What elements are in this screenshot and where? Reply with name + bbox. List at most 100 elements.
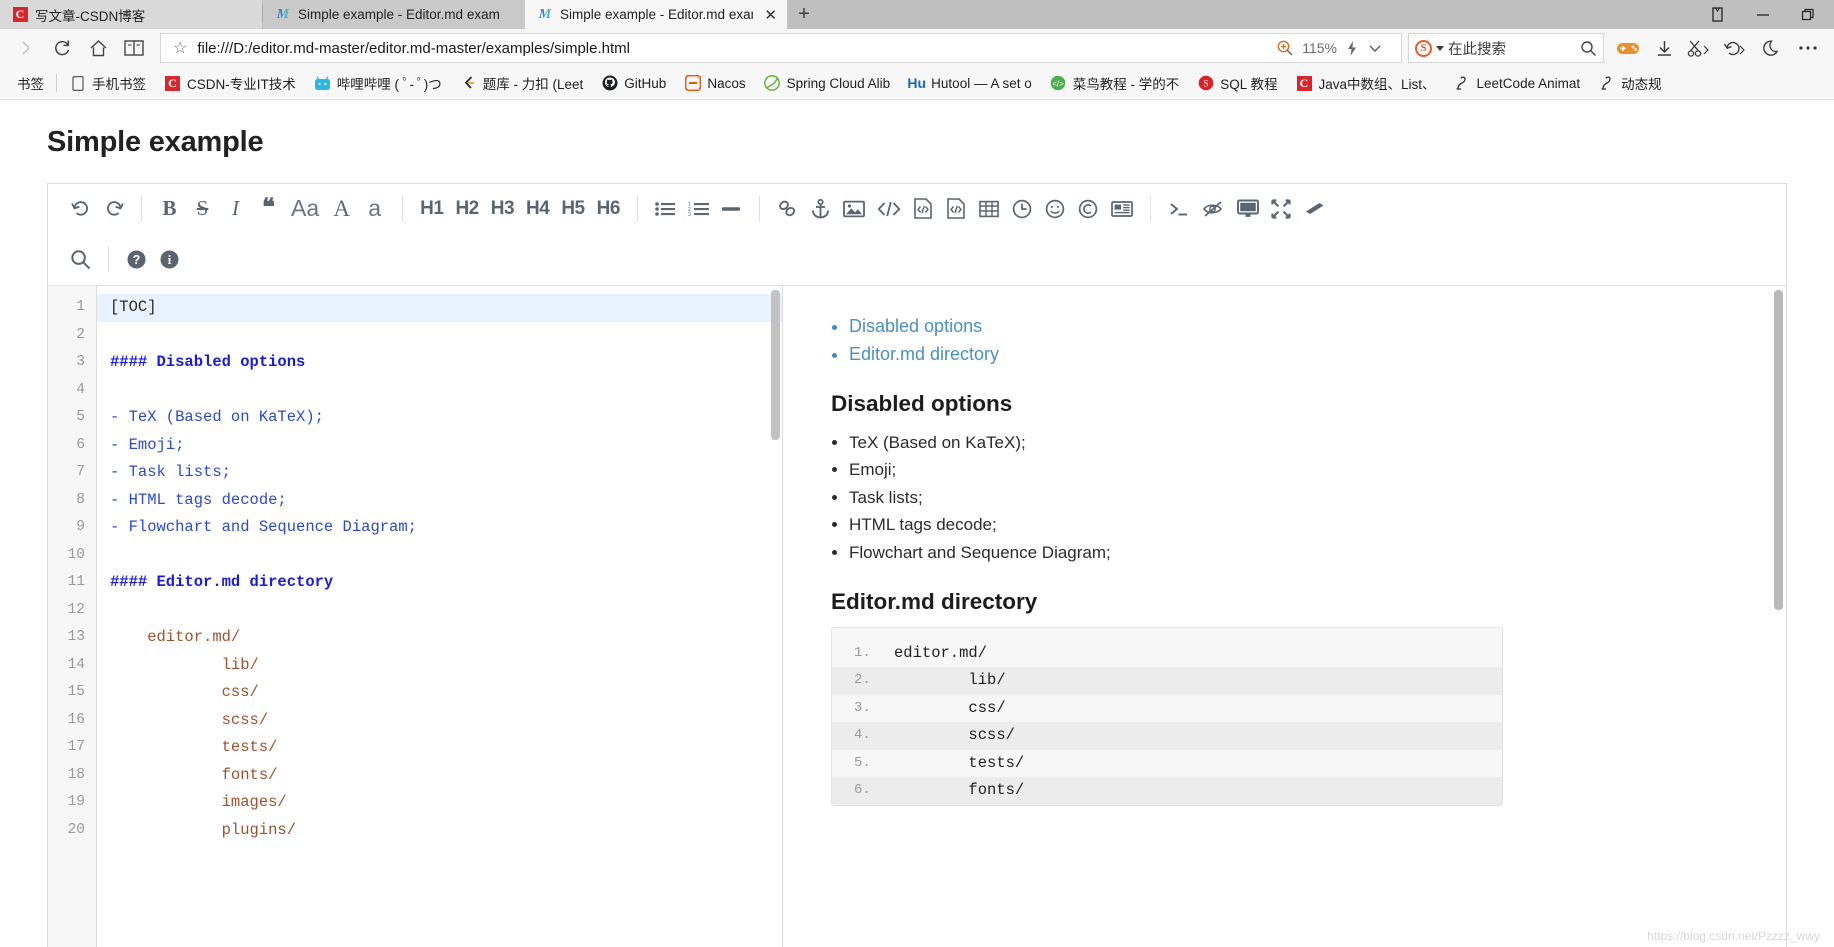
lowercase-button[interactable]: a: [358, 189, 391, 229]
bookmark-mobile[interactable]: 手机书签: [60, 70, 155, 96]
search-icon[interactable]: [64, 239, 97, 279]
code-icon[interactable]: [871, 189, 907, 229]
h3-button[interactable]: H3: [485, 189, 520, 229]
bookmark-github[interactable]: GitHub: [592, 70, 675, 96]
code-line[interactable]: - HTML tags decode;: [97, 487, 782, 515]
ordered-list-button[interactable]: 123: [682, 189, 715, 229]
toc-link[interactable]: Editor.md directory: [849, 344, 999, 364]
smiley-icon[interactable]: [1039, 189, 1072, 229]
code-line[interactable]: [97, 322, 782, 350]
favorite-star-icon[interactable]: ☆: [169, 38, 197, 58]
moon-icon[interactable]: [1754, 32, 1790, 64]
quote-button[interactable]: ❝: [252, 189, 285, 229]
code-area[interactable]: [TOC] #### Disabled options - TeX (Based…: [97, 286, 782, 947]
unordered-list-button[interactable]: [649, 189, 682, 229]
copyright-icon[interactable]: [1072, 189, 1105, 229]
download-icon[interactable]: [1646, 32, 1682, 64]
browser-tab-3-active[interactable]: M Simple example - Editor.md exan ✕: [525, 0, 787, 29]
code-line[interactable]: plugins/: [97, 817, 782, 845]
code-line[interactable]: scss/: [97, 707, 782, 735]
zoom-indicator[interactable]: 115%: [1266, 39, 1393, 57]
chevron-down-icon[interactable]: [1367, 40, 1383, 56]
bookmark-csdn[interactable]: C CSDN-专业IT技术: [155, 70, 305, 96]
strikethrough-button[interactable]: S: [186, 189, 219, 229]
code-line[interactable]: #### Disabled options: [97, 349, 782, 377]
code-line[interactable]: fonts/: [97, 762, 782, 790]
code-line[interactable]: #### Editor.md directory: [97, 569, 782, 597]
bookmark-leetcode-animation[interactable]: LeetCode Animat: [1445, 70, 1590, 96]
image-icon[interactable]: [837, 189, 871, 229]
code-line[interactable]: - Flowchart and Sequence Diagram;: [97, 514, 782, 542]
bookmark-java-array[interactable]: C Java中数组、List、: [1287, 70, 1445, 96]
table-icon[interactable]: [973, 189, 1006, 229]
info-circle-icon[interactable]: i: [153, 239, 186, 279]
h6-button[interactable]: H6: [591, 189, 626, 229]
toc-item[interactable]: Editor.md directory: [849, 340, 1726, 368]
bookmark-sql[interactable]: S SQL 教程: [1188, 70, 1286, 96]
toc-link[interactable]: Disabled options: [849, 316, 982, 336]
monitor-icon[interactable]: [1231, 189, 1265, 229]
terminal-icon[interactable]: [1162, 189, 1196, 229]
question-circle-icon[interactable]: ?: [120, 239, 153, 279]
more-icon[interactable]: [1790, 32, 1826, 64]
chevron-down-icon[interactable]: [1436, 45, 1444, 51]
close-icon[interactable]: ✕: [760, 6, 777, 24]
bookmark-spring-cloud[interactable]: Spring Cloud Alib: [755, 70, 900, 96]
pagebreak-icon[interactable]: [1105, 189, 1139, 229]
eye-slash-icon[interactable]: [1196, 189, 1231, 229]
link-icon[interactable]: [771, 189, 804, 229]
clock-icon[interactable]: [1006, 189, 1039, 229]
uppercase-button[interactable]: A: [325, 189, 358, 229]
browser-tab-2[interactable]: M Simple example - Editor.md exam: [263, 0, 525, 29]
zoom-in-icon[interactable]: [1276, 39, 1294, 57]
code-line[interactable]: [97, 377, 782, 405]
markdown-preview-pane[interactable]: Disabled options Editor.md directory Dis…: [783, 286, 1786, 947]
search-box[interactable]: S 在此搜索: [1408, 33, 1604, 63]
lightning-icon[interactable]: [1345, 40, 1359, 57]
anchor-icon[interactable]: [804, 189, 837, 229]
toc-item[interactable]: Disabled options: [849, 312, 1726, 340]
redo-button[interactable]: [97, 189, 130, 229]
h2-button[interactable]: H2: [449, 189, 484, 229]
bookmark-nacos[interactable]: Nacos: [675, 70, 754, 96]
bookmark-runoob[interactable]: </> 菜鸟教程 - 学的不: [1041, 70, 1189, 96]
code-line[interactable]: editor.md/: [97, 624, 782, 652]
code-line[interactable]: [97, 597, 782, 625]
code-line[interactable]: - TeX (Based on KaTeX);: [97, 404, 782, 432]
code-file-icon[interactable]: [907, 189, 940, 229]
maximize-button[interactable]: [1785, 0, 1830, 29]
forward-button[interactable]: [8, 32, 44, 64]
home-icon[interactable]: [80, 32, 116, 64]
game-icon[interactable]: [1610, 32, 1646, 64]
code-line[interactable]: css/: [97, 679, 782, 707]
code-line[interactable]: [97, 542, 782, 570]
h4-button[interactable]: H4: [520, 189, 555, 229]
code-line[interactable]: - Task lists;: [97, 459, 782, 487]
code-line[interactable]: lib/: [97, 652, 782, 680]
code-line[interactable]: tests/: [97, 734, 782, 762]
undo-icon[interactable]: [1718, 32, 1754, 64]
code-line[interactable]: [TOC]: [97, 294, 782, 322]
bookmark-hutool[interactable]: Hu Hutool — A set o: [899, 70, 1041, 96]
expand-icon[interactable]: [1265, 189, 1298, 229]
browser-tab-1[interactable]: C 写文章-CSDN博客: [0, 0, 262, 29]
markdown-editor-pane[interactable]: 1 2 3 4 5 6 7 8 9 10 11 12 13 14 15 16 1…: [48, 286, 783, 947]
eraser-icon[interactable]: [1298, 189, 1332, 229]
horizontal-rule-button[interactable]: [715, 189, 748, 229]
code-line[interactable]: - Emoji;: [97, 432, 782, 460]
sogou-logo-icon[interactable]: S: [1415, 39, 1432, 57]
bookmark-bilibili[interactable]: 哔哩哔哩 ( ﾟ- ﾟ)つ: [305, 70, 451, 96]
h5-button[interactable]: H5: [555, 189, 590, 229]
bookmark-leetcode[interactable]: 题库 - 力扣 (Leet: [451, 70, 593, 96]
undo-button[interactable]: [64, 189, 97, 229]
address-bar[interactable]: ☆ file:///D:/editor.md-master/editor.md-…: [160, 33, 1402, 63]
h1-button[interactable]: H1: [414, 189, 449, 229]
reload-icon[interactable]: [44, 32, 80, 64]
search-icon[interactable]: [1580, 40, 1597, 57]
code-line[interactable]: images/: [97, 789, 782, 817]
heading-button[interactable]: Aa: [285, 189, 325, 229]
italic-button[interactable]: I: [219, 189, 252, 229]
scissors-icon[interactable]: [1682, 32, 1718, 64]
minimize-button[interactable]: [1740, 0, 1785, 29]
bookmark-dynamic-programming[interactable]: 动态规: [1589, 70, 1671, 96]
